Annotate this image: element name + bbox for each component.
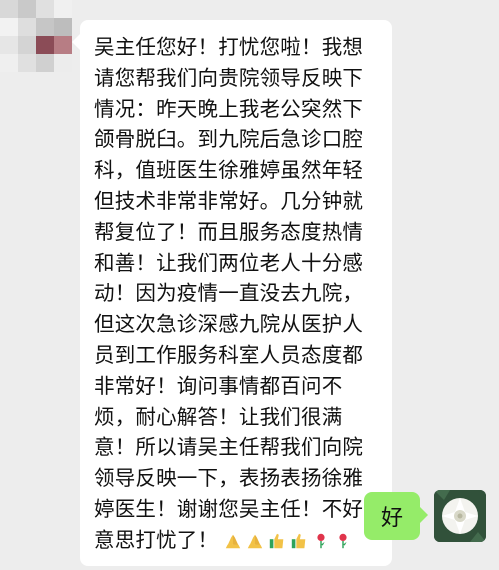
thumbs-up-icon	[270, 533, 284, 548]
incoming-message-text: 吴主任您好！打忧您啦！我想请您帮我们向贵院领导反映下情况：昨天晚上我老公突然下颌…	[94, 32, 382, 556]
incoming-message-bubble[interactable]: 吴主任您好！打忧您啦！我想请您帮我们向贵院领导反映下情况：昨天晚上我老公突然下颌…	[72, 20, 392, 566]
flower-avatar-icon	[434, 490, 486, 542]
pixelated-avatar-icon	[0, 0, 72, 72]
thumbs-up-icon	[292, 533, 306, 548]
outgoing-message-text: 好	[380, 506, 403, 531]
incoming-message-body: 吴主任您好！打忧您啦！我想请您帮我们向贵院领导反映下情况：昨天晚上我老公突然下颌…	[94, 35, 364, 552]
folded-hands-icon	[226, 534, 241, 548]
rose-icon	[339, 533, 347, 548]
emoji-row	[224, 532, 352, 550]
sender-avatar[interactable]	[0, 0, 72, 72]
folded-hands-icon	[248, 534, 263, 548]
rose-icon	[317, 533, 325, 548]
outgoing-message-bubble[interactable]: 好	[364, 492, 428, 540]
user-avatar[interactable]	[434, 490, 486, 542]
